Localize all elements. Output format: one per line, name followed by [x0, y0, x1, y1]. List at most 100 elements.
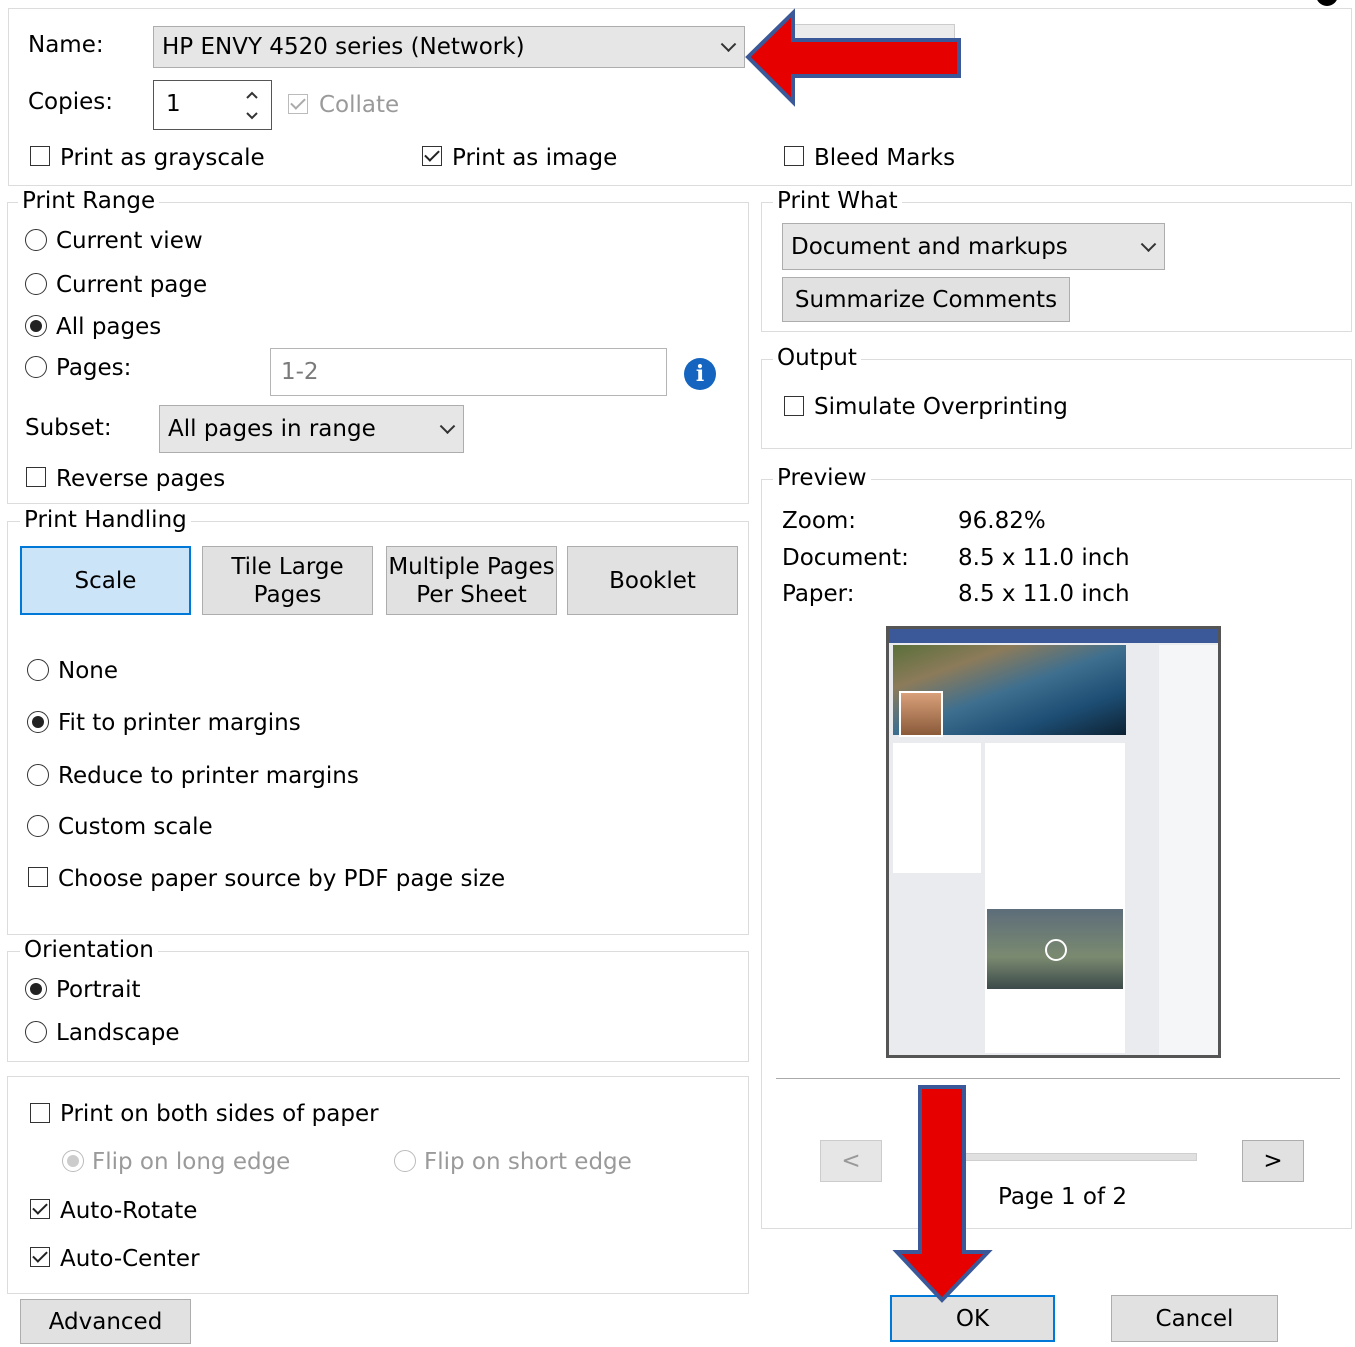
fit-to-margins-radio[interactable]	[27, 711, 49, 733]
all-pages-radio[interactable]	[25, 315, 47, 337]
tab-booklet-label: Booklet	[609, 567, 696, 594]
portrait-radio[interactable]	[25, 978, 47, 1000]
portrait-label: Portrait	[56, 977, 141, 1003]
print-what-select[interactable]: Document and markups	[782, 223, 1165, 270]
orientation-legend: Orientation	[20, 937, 158, 963]
prev-page-button[interactable]: <	[820, 1140, 882, 1182]
advanced-button-label: Advanced	[48, 1308, 163, 1335]
paper-size-label: Paper:	[782, 581, 855, 607]
reverse-pages-label: Reverse pages	[56, 466, 226, 492]
preview-sidebar	[1159, 645, 1218, 1055]
corner-dot	[1316, 0, 1338, 6]
pages-radio[interactable]	[25, 356, 47, 378]
landscape-label: Landscape	[56, 1020, 180, 1046]
copies-stepper[interactable]: 1	[153, 80, 272, 130]
current-view-label: Current view	[56, 228, 203, 254]
ok-button-label: OK	[955, 1305, 990, 1332]
landscape-radio[interactable]	[25, 1021, 47, 1043]
spin-down-icon[interactable]	[245, 111, 259, 121]
printer-select[interactable]: HP ENVY 4520 series (Network)	[153, 26, 745, 68]
cancel-button[interactable]: Cancel	[1111, 1295, 1278, 1342]
reduce-to-margins-label: Reduce to printer margins	[58, 763, 359, 789]
reverse-pages-checkbox[interactable]	[26, 467, 46, 487]
auto-rotate-label: Auto-Rotate	[60, 1198, 198, 1224]
auto-center-label: Auto-Center	[60, 1246, 200, 1272]
annotation-arrow-left	[745, 8, 961, 107]
auto-center-checkbox[interactable]	[30, 1247, 50, 1267]
document-size-label: Document:	[782, 545, 909, 571]
preview-avatar	[899, 691, 943, 737]
info-icon[interactable]: i	[684, 358, 716, 390]
next-page-label: >	[1263, 1148, 1283, 1174]
print-what-select-value: Document and markups	[791, 233, 1068, 260]
flip-short-label: Flip on short edge	[424, 1149, 632, 1175]
grayscale-label: Print as grayscale	[60, 145, 265, 171]
scale-none-label: None	[58, 658, 119, 684]
both-sides-checkbox[interactable]	[30, 1103, 50, 1123]
prev-page-label: <	[841, 1148, 861, 1174]
subset-select[interactable]: All pages in range	[159, 405, 464, 453]
tab-booklet[interactable]: Booklet	[567, 546, 738, 615]
custom-scale-radio[interactable]	[27, 815, 49, 837]
collate-label: Collate	[319, 92, 400, 118]
auto-rotate-checkbox[interactable]	[30, 1199, 50, 1219]
grayscale-checkbox[interactable]	[30, 146, 50, 166]
preview-legend: Preview	[773, 465, 871, 491]
summarize-comments-label: Summarize Comments	[794, 286, 1058, 313]
summarize-comments-button[interactable]: Summarize Comments	[782, 277, 1070, 322]
tab-scale[interactable]: Scale	[20, 546, 191, 615]
print-as-image-checkbox[interactable]	[422, 146, 442, 166]
page-slider-track[interactable]	[960, 1153, 1197, 1161]
tab-tile-line2: Pages	[253, 581, 322, 608]
spin-up-icon[interactable]	[245, 90, 259, 100]
tab-multiple-line2: Per Sheet	[416, 581, 527, 608]
preview-post-card	[985, 743, 1125, 1053]
tab-multiple-line1: Multiple Pages	[388, 553, 555, 580]
zoom-label: Zoom:	[782, 508, 857, 534]
chevron-down-icon	[439, 418, 456, 435]
simulate-overprinting-checkbox[interactable]	[784, 396, 804, 416]
print-what-legend: Print What	[773, 188, 902, 214]
advanced-button[interactable]: Advanced	[20, 1299, 191, 1344]
all-pages-label: All pages	[56, 314, 162, 340]
scale-none-radio[interactable]	[27, 659, 49, 681]
print-handling-legend: Print Handling	[20, 507, 191, 533]
simulate-overprinting-label: Simulate Overprinting	[814, 394, 1068, 420]
bleed-marks-label: Bleed Marks	[814, 145, 956, 171]
both-sides-label: Print on both sides of paper	[60, 1101, 379, 1127]
preview-header-bar	[889, 629, 1218, 643]
copies-value: 1	[166, 91, 181, 117]
bleed-marks-checkbox[interactable]	[784, 146, 804, 166]
flip-long-radio[interactable]	[62, 1150, 84, 1172]
pages-input-value: 1-2	[281, 359, 319, 385]
tab-tile-line1: Tile Large	[231, 553, 344, 580]
flip-long-label: Flip on long edge	[92, 1149, 291, 1175]
play-icon	[1045, 939, 1067, 961]
page-status: Page 1 of 2	[998, 1184, 1128, 1210]
subset-select-value: All pages in range	[168, 416, 376, 442]
print-range-legend: Print Range	[18, 188, 160, 214]
flip-short-radio[interactable]	[394, 1150, 416, 1172]
chevron-down-icon	[1140, 235, 1157, 252]
subset-label: Subset:	[25, 415, 112, 441]
tab-tile-large-pages[interactable]: Tile Large Pages	[202, 546, 373, 615]
tab-multiple-pages[interactable]: Multiple Pages Per Sheet	[386, 546, 557, 615]
next-page-button[interactable]: >	[1242, 1140, 1304, 1182]
reduce-to-margins-radio[interactable]	[27, 764, 49, 786]
paper-source-label: Choose paper source by PDF page size	[58, 866, 506, 892]
paper-source-checkbox[interactable]	[28, 867, 48, 887]
annotation-arrow-down	[892, 1085, 993, 1303]
copies-label: Copies:	[28, 89, 114, 115]
pages-label: Pages:	[56, 355, 132, 381]
collate-checkbox[interactable]	[288, 94, 308, 114]
preview-left-column	[893, 743, 981, 873]
chevron-down-icon	[720, 36, 737, 53]
page-preview	[886, 626, 1221, 1058]
paper-size-value: 8.5 x 11.0 inch	[958, 581, 1130, 607]
current-view-radio[interactable]	[25, 229, 47, 251]
preview-divider	[776, 1078, 1340, 1079]
current-page-radio[interactable]	[25, 273, 47, 295]
printer-select-value: HP ENVY 4520 series (Network)	[162, 34, 525, 60]
document-size-value: 8.5 x 11.0 inch	[958, 545, 1130, 571]
pages-input[interactable]: 1-2	[270, 348, 667, 396]
